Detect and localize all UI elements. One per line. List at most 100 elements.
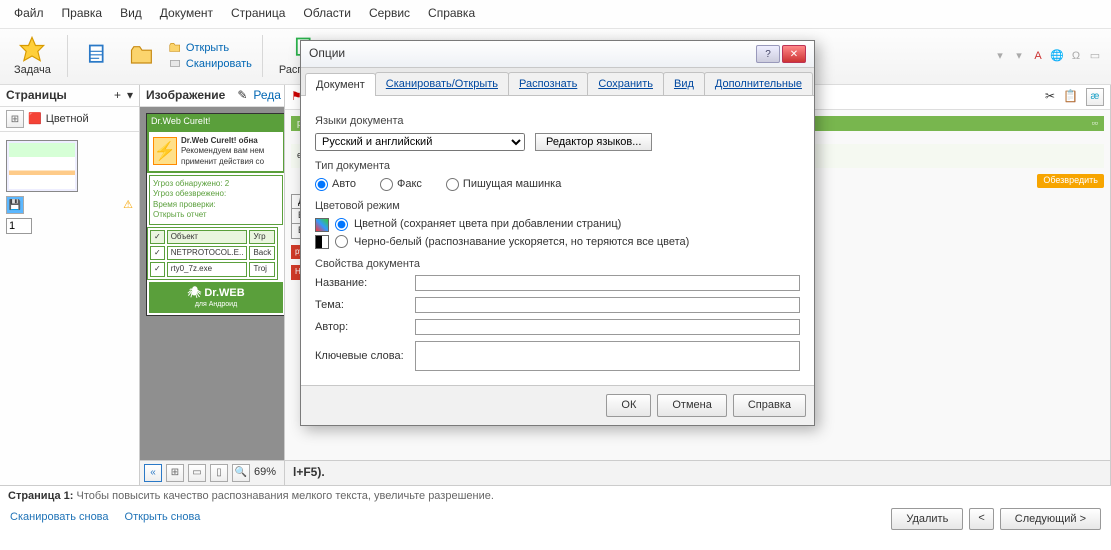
props-label: Свойства документа	[315, 257, 800, 271]
language-select[interactable]: Русский и английский	[315, 133, 525, 151]
page-setup-icon[interactable]: ▭	[1087, 48, 1103, 64]
field-keywords-input[interactable]	[415, 341, 800, 371]
color-swatch-icon: 🟥	[28, 112, 42, 126]
layout-2-icon[interactable]: ▭	[188, 464, 206, 482]
menu-document[interactable]: Документ	[152, 3, 221, 25]
tab-recognize[interactable]: Распознать	[508, 72, 588, 95]
drweb-header: Dr.Web CureIt!	[147, 114, 284, 130]
dialog-ok-button[interactable]: ОК	[606, 394, 651, 416]
color-mode-label[interactable]: Цветной	[46, 112, 89, 126]
pages-header: Страницы + ▾	[0, 85, 139, 108]
page-thumbnail[interactable]	[6, 140, 78, 192]
options-dialog: Опции ? ✕ Документ Сканировать/Открыть Р…	[300, 40, 815, 426]
doctype-label: Тип документа	[315, 159, 800, 173]
field-title-label: Название:	[315, 276, 405, 290]
page-number-input[interactable]	[6, 218, 32, 234]
omega-icon[interactable]: Ω	[1068, 48, 1084, 64]
neutralize-badge: Обезвредить	[1037, 174, 1104, 188]
menu-areas[interactable]: Области	[295, 3, 359, 25]
drweb-sub1: Рекомендуем вам нем	[181, 146, 264, 155]
threats-table: ✓ОбъектУгр ✓NETPROTOCOL.E..Back ✓rty0_7z…	[147, 227, 278, 280]
zoom-level: 69%	[254, 465, 276, 479]
tab-view[interactable]: Вид	[663, 72, 705, 95]
open-link[interactable]: Открыть	[168, 41, 252, 55]
field-keywords-label: Ключевые слова:	[315, 349, 405, 363]
drweb-logo: 🕷 Dr.WEB для Андроид	[149, 282, 283, 313]
doctype-fax[interactable]: Факс	[380, 177, 422, 191]
image-canvas[interactable]: Dr.Web CureIt! ⚡ Dr.Web CureIt! обна Рек…	[140, 107, 284, 459]
tab-advanced[interactable]: Дополнительные	[704, 72, 813, 95]
tab-scan-open[interactable]: Сканировать/Открыть	[375, 72, 509, 95]
new-doc-button[interactable]	[78, 42, 118, 70]
open-again-link[interactable]: Открыть снова	[125, 510, 201, 524]
font-size-picker[interactable]: ▾	[1011, 48, 1027, 64]
image-title: Изображение	[146, 88, 225, 104]
threats-cured: Угроз обезврежено:	[153, 189, 279, 199]
window-ctrl-icon: ▫▫	[1092, 118, 1098, 130]
task-button[interactable]: Задача	[8, 35, 57, 77]
field-author-input[interactable]	[415, 319, 800, 335]
open-folder-button[interactable]	[122, 42, 162, 70]
drweb-sub2: применит действия со	[181, 157, 264, 166]
field-theme-label: Тема:	[315, 298, 405, 312]
dialog-close-icon[interactable]: ✕	[782, 45, 806, 63]
menu-edit[interactable]: Правка	[54, 3, 111, 25]
task-label: Задача	[14, 63, 51, 77]
menu-page[interactable]: Страница	[223, 3, 293, 25]
thumb-view-icon[interactable]: ⊞	[6, 110, 24, 128]
tab-document[interactable]: Документ	[305, 73, 376, 96]
image-pane: Изображение ✎ Реда Dr.Web CureIt! ⚡ Dr.W…	[140, 85, 285, 485]
toggle-view-icon[interactable]: æ	[1086, 88, 1104, 106]
doctype-auto[interactable]: Авто	[315, 177, 356, 191]
scan-time: Время проверки:	[153, 200, 279, 210]
cut-icon[interactable]: ✂	[1045, 89, 1055, 105]
menu-bar: Файл Правка Вид Документ Страница Област…	[0, 0, 1111, 29]
globe-icon[interactable]: 🌐	[1049, 48, 1065, 64]
edit-image-link[interactable]: Реда	[253, 88, 281, 104]
colormode-color[interactable]: Цветной (сохраняет цвета при добавлении …	[315, 217, 800, 231]
collapse-icon[interactable]: «	[144, 464, 162, 482]
doctype-typewriter[interactable]: Пишущая машинка	[446, 177, 561, 191]
dialog-tabs: Документ Сканировать/Открыть Распознать …	[301, 68, 814, 96]
dialog-help-button[interactable]: Справка	[733, 394, 806, 416]
threats-found: Угроз обнаружено: 2	[153, 179, 279, 189]
shortcut-hint: l+F5).	[285, 460, 1110, 485]
copy-icon[interactable]: 📋	[1063, 89, 1078, 105]
field-theme-input[interactable]	[415, 297, 800, 313]
dialog-help-icon[interactable]: ?	[756, 45, 780, 63]
open-report: Открыть отчет	[153, 210, 279, 220]
field-author-label: Автор:	[315, 320, 405, 334]
dialog-title: Опции	[309, 46, 756, 62]
lightning-icon: ⚡	[153, 137, 177, 165]
pages-pane: Страницы + ▾ ⊞ 🟥 Цветной 💾 ⚠	[0, 85, 140, 485]
layout-1-icon[interactable]: ⊞	[166, 464, 184, 482]
menu-file[interactable]: Файл	[6, 3, 52, 25]
drweb-title: Dr.Web CureIt! обна	[181, 136, 258, 145]
field-title-input[interactable]	[415, 275, 800, 291]
language-editor-button[interactable]: Редактор языков...	[535, 133, 652, 151]
scan-again-link[interactable]: Сканировать снова	[10, 510, 109, 524]
menu-help[interactable]: Справка	[420, 3, 483, 25]
delete-button[interactable]: Удалить	[891, 508, 963, 530]
langs-label: Языки документа	[315, 114, 800, 128]
save-page-icon[interactable]: 💾	[6, 196, 24, 214]
dialog-cancel-button[interactable]: Отмена	[657, 394, 726, 416]
edit-image-icon[interactable]: ✎	[237, 88, 247, 104]
menu-service[interactable]: Сервис	[361, 3, 418, 25]
menu-view[interactable]: Вид	[112, 3, 150, 25]
layout-3-icon[interactable]: ▯	[210, 464, 228, 482]
image-footer: « ⊞ ▭ ▯ 🔍 69%	[140, 460, 284, 485]
status-bar: Страница 1: Чтобы повысить качество расп…	[0, 485, 1111, 506]
font-color-icon[interactable]: A	[1030, 48, 1046, 64]
scan-link[interactable]: Сканировать	[168, 57, 252, 71]
next-button[interactable]: Следующий >	[1000, 508, 1101, 530]
pages-menu-icon[interactable]: ▾	[127, 88, 133, 104]
prev-button[interactable]: <	[969, 508, 993, 530]
zoom-indicator[interactable]: 🔍	[232, 464, 250, 482]
colormode-label: Цветовой режим	[315, 199, 800, 213]
colormode-bw[interactable]: Черно-белый (распознавание ускоряется, н…	[315, 235, 800, 249]
font-picker[interactable]: ▾	[992, 48, 1008, 64]
add-page-icon[interactable]: +	[114, 88, 121, 104]
warning-icon: ⚠	[123, 198, 133, 212]
tab-save[interactable]: Сохранить	[587, 72, 664, 95]
